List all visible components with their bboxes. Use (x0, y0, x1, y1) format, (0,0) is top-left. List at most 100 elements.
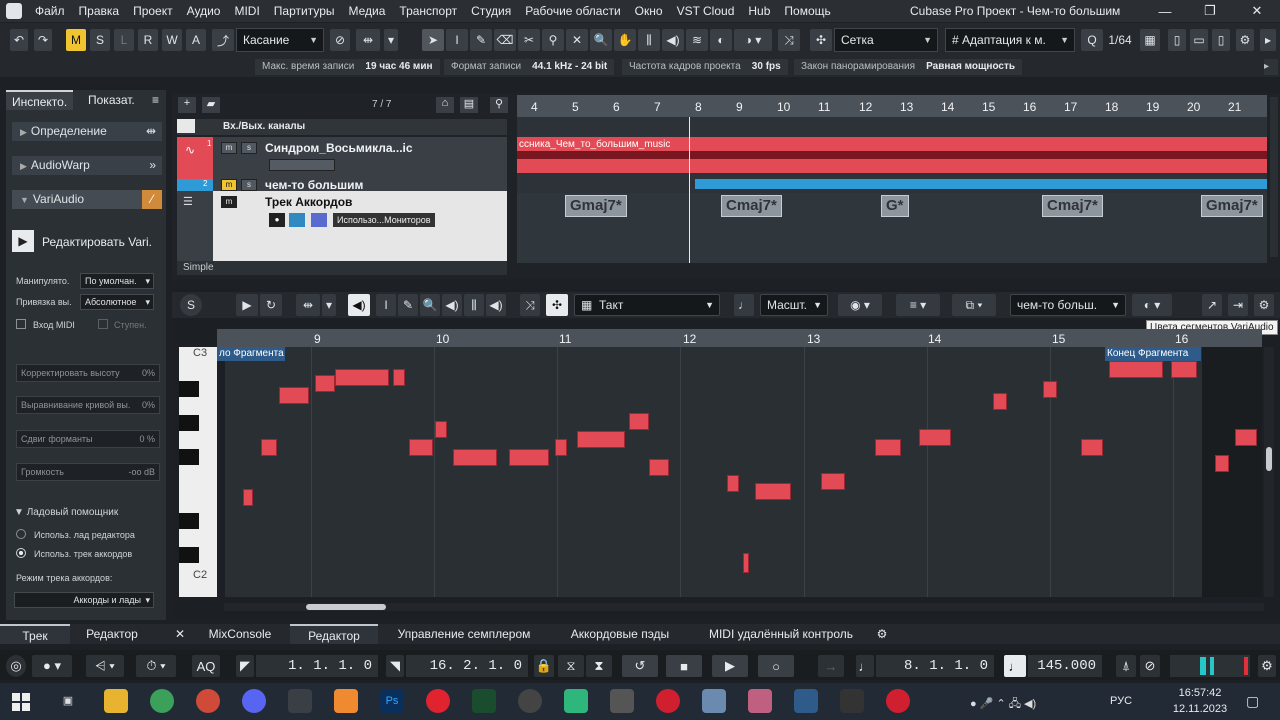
mode-w-button[interactable]: W (162, 29, 182, 51)
nudge-icon[interactable]: ⇹ (356, 29, 380, 51)
grid-type-select[interactable]: # Адаптация к м. ▼ (945, 28, 1075, 52)
black-key[interactable] (179, 381, 199, 397)
playhead[interactable] (689, 117, 690, 263)
flatten-slider[interactable]: Выравнивание кривой вы. 0% (16, 396, 160, 414)
cycle-icon[interactable]: ↺ (622, 655, 658, 677)
use-chord-track-radio[interactable] (16, 548, 26, 558)
snap-select[interactable]: Абсолютное ▾ (80, 294, 154, 310)
nudge-icon[interactable]: ⇹ (296, 294, 320, 316)
pitch-segment[interactable] (279, 387, 309, 404)
pencil-tool-icon[interactable]: ✎ (470, 29, 492, 51)
quantize-icon[interactable]: Q (1081, 29, 1103, 51)
pitch-segment[interactable] (453, 449, 497, 466)
pitch-segment[interactable] (1043, 381, 1057, 398)
pitch-segment[interactable] (261, 439, 277, 456)
punch-out-icon[interactable]: ⧗ (586, 655, 612, 677)
undo-icon[interactable]: ↶ (10, 29, 28, 51)
tab-track[interactable]: Трек (0, 624, 70, 644)
aq-button[interactable]: AQ (192, 655, 220, 677)
tab-midi-remote[interactable]: MIDI удалённый контроль (698, 624, 864, 644)
zoom-tool-icon[interactable]: 🔍 (590, 29, 612, 51)
mode-r-button[interactable]: R (138, 29, 158, 51)
close-zone-icon[interactable]: ✕ (170, 624, 190, 644)
midi-input-checkbox[interactable] (16, 319, 26, 329)
edit-variaudio-label[interactable]: Редактировать Vari. (42, 235, 152, 249)
menu-hub[interactable]: Hub (741, 0, 777, 22)
pitch-segment[interactable] (243, 489, 253, 506)
scrub-icon[interactable]: ◀) (486, 294, 506, 316)
editor-ruler[interactable]: 9 10 11 12 13 14 15 16 (217, 329, 1262, 347)
section-definition[interactable]: ▶ Определение ⇹ (12, 122, 162, 141)
audition-icon[interactable]: ◀) (348, 294, 370, 316)
track-select[interactable]: чем-то больш. ▼ (1010, 294, 1126, 316)
redo-icon[interactable]: ↷ (34, 29, 52, 51)
tab-mixconsole[interactable]: MixConsole (196, 624, 284, 644)
tempo-display[interactable]: 145.000 (1028, 655, 1102, 677)
chrome-profile-icon[interactable] (196, 689, 220, 713)
metronome-mode-icon[interactable]: ⏱ ▾ (136, 655, 176, 677)
track-1[interactable]: ∿ 1 m s Синдром_Восьмикла...ic (177, 137, 507, 179)
home-icon[interactable]: ⌂ (436, 97, 454, 113)
black-key[interactable] (179, 513, 199, 529)
clock-time[interactable]: 16:57:42 (1172, 687, 1228, 699)
pitch-segment[interactable] (1171, 361, 1197, 378)
nudge-dropdown-icon[interactable]: ▾ (322, 294, 336, 316)
menu-media[interactable]: Медиа (342, 0, 393, 22)
play-tool-icon[interactable]: ◀) (662, 29, 684, 51)
media-icon[interactable] (610, 689, 634, 713)
record-mode-icon[interactable]: ● ▾ (32, 655, 72, 677)
menu-project[interactable]: Проект (126, 0, 180, 22)
black-key[interactable] (179, 547, 199, 563)
use-editor-scale-radio[interactable] (16, 529, 26, 539)
eraser-tool-icon[interactable]: ⌫ (494, 29, 516, 51)
menu-vst-cloud[interactable]: VST Cloud (670, 0, 742, 22)
whatsapp-icon[interactable] (564, 689, 588, 713)
constrain-icon[interactable]: ⊘ (1140, 655, 1160, 677)
punch-icon[interactable]: ⧖ (558, 655, 584, 677)
menu-audio[interactable]: Аудио (180, 0, 228, 22)
pitch-segment[interactable] (649, 459, 669, 476)
snap-type-select[interactable]: Сетка ▼ (834, 28, 938, 52)
position-icon[interactable]: ♩ (856, 655, 874, 677)
manipulator-select[interactable]: По умолчан. ▾ (80, 273, 154, 289)
range-tool-icon[interactable]: I (446, 29, 468, 51)
scale-select[interactable]: Масшт. ▼ (760, 294, 828, 316)
discord-icon[interactable] (242, 689, 266, 713)
quantize-panel-icon[interactable]: ▦ (1140, 29, 1160, 51)
mode-a-button[interactable]: A (186, 29, 206, 51)
quantize-value[interactable]: 1/64 (1104, 29, 1136, 51)
record-tray-icon[interactable] (886, 689, 910, 713)
track-controls[interactable] (269, 159, 335, 171)
tab-editor[interactable]: Редактор (290, 624, 378, 644)
pitch-correct-slider[interactable]: Корректировать высоту 0% (16, 364, 160, 382)
speaker-icon[interactable]: ◀) (442, 294, 462, 316)
left-locator-icon[interactable]: ◤ (236, 655, 254, 677)
menu-window[interactable]: Окно (628, 0, 670, 22)
click-icon[interactable]: ⍋ (1116, 655, 1136, 677)
recorder-icon[interactable] (656, 689, 680, 713)
photoshop-icon[interactable]: Ps (380, 689, 404, 713)
menu-midi[interactable]: MIDI (227, 0, 266, 22)
transport-settings-icon[interactable]: ⚙ (1258, 655, 1276, 677)
mute-button[interactable]: m (221, 179, 237, 191)
color-tool-icon[interactable]: ◐ (710, 29, 732, 51)
fl-studio-icon[interactable] (334, 689, 358, 713)
scale-assistant-header[interactable]: ▼ Ладовый помощник (14, 507, 118, 518)
menu-studio[interactable]: Студия (464, 0, 518, 22)
cubase-logo-icon[interactable] (0, 0, 28, 22)
return-icon[interactable]: → (818, 655, 844, 677)
lower-zone-icon[interactable]: ▭ (1190, 29, 1208, 51)
chord-event[interactable]: Gmaj7* (1201, 195, 1263, 217)
snap-zero-icon[interactable]: ⤨ (778, 29, 800, 51)
fragment-start-label[interactable]: ло Фрагмента (217, 347, 285, 361)
left-locator[interactable]: 1. 1. 1. 0 (256, 655, 378, 677)
play-icon[interactable]: ▶ (236, 294, 258, 316)
mute-tool-icon[interactable]: ✕ (566, 29, 588, 51)
language-indicator[interactable]: РУС (1110, 695, 1132, 707)
v-scrollbar[interactable] (1270, 97, 1278, 257)
vocal-event[interactable] (695, 179, 1267, 189)
menu-transport[interactable]: Транспорт (392, 0, 464, 22)
opera-icon[interactable] (426, 689, 450, 713)
timewarp-icon[interactable]: ≋ (686, 29, 708, 51)
track-chords[interactable]: ☰ m Трек Аккордов ● Использо...Мониторов (177, 191, 507, 261)
